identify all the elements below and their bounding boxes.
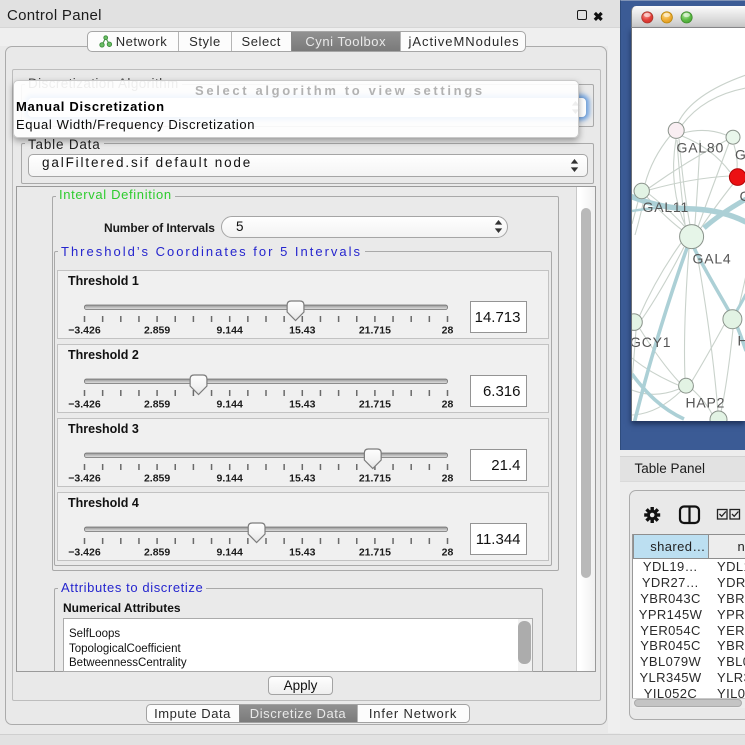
svg-text:28: 28 [442,546,454,558]
svg-text:GCY1: GCY1 [632,334,671,350]
svg-text:21.715: 21.715 [359,398,391,410]
svg-text:−3.426: −3.426 [68,398,101,410]
svg-text:28: 28 [442,398,454,410]
svg-text:28: 28 [442,472,454,484]
svg-text:CY: CY [740,188,745,204]
svg-text:HAP2: HAP2 [686,394,726,410]
svg-text:28: 28 [442,324,454,336]
svg-text:−3.426: −3.426 [68,324,101,336]
svg-text:21.715: 21.715 [359,546,391,558]
svg-text:GAL4: GAL4 [693,250,732,266]
svg-text:9.144: 9.144 [217,472,243,484]
svg-text:9.144: 9.144 [217,324,243,336]
svg-text:9.144: 9.144 [217,398,243,410]
svg-text:9.144: 9.144 [217,546,243,558]
svg-text:15.43: 15.43 [289,546,315,558]
svg-text:GAL11: GAL11 [643,199,690,215]
svg-text:15.43: 15.43 [289,472,315,484]
svg-text:15.43: 15.43 [289,398,315,410]
svg-text:2.859: 2.859 [144,324,170,336]
svg-text:GAL80: GAL80 [677,139,725,155]
svg-text:15.43: 15.43 [289,324,315,336]
svg-text:2.859: 2.859 [144,472,170,484]
svg-text:−3.426: −3.426 [68,472,101,484]
svg-text:21.715: 21.715 [359,472,391,484]
svg-text:H: H [738,332,745,348]
svg-text:−3.426: −3.426 [68,546,101,558]
svg-text:2.859: 2.859 [144,398,170,410]
svg-text:GAL: GAL [735,146,745,162]
svg-text:21.715: 21.715 [359,324,391,336]
svg-text:2.859: 2.859 [144,546,170,558]
